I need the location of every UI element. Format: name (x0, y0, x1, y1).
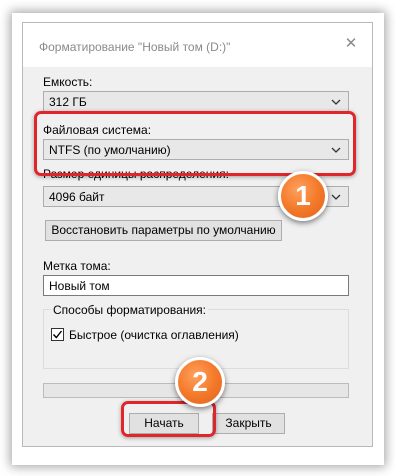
volume-label-value: Новый том (49, 279, 110, 293)
step-1-badge: 1 (278, 171, 328, 221)
volume-label-label: Метка тома: (43, 259, 111, 273)
allocation-value: 4096 байт (49, 190, 105, 204)
close-button[interactable]: Закрыть (212, 413, 285, 434)
title-bar: Форматирование "Новый том (D:)" ✕ (23, 23, 372, 67)
quick-format-checkbox[interactable] (51, 328, 64, 341)
quick-format-label: Быстрое (очистка оглавления) (69, 328, 239, 342)
capacity-value: 312 ГБ (49, 95, 87, 109)
format-options-label: Способы форматирования: (51, 303, 208, 317)
step-2-badge: 2 (175, 357, 225, 407)
restore-defaults-button[interactable]: Восстановить параметры по умолчанию (45, 220, 282, 241)
volume-label-input[interactable]: Новый том (43, 275, 349, 296)
capacity-label: Емкость: (43, 75, 93, 89)
dialog-title: Форматирование "Новый том (D:)" (39, 40, 231, 54)
filesystem-highlight (34, 111, 356, 176)
checkmark-icon (52, 330, 63, 339)
close-icon[interactable]: ✕ (344, 36, 358, 51)
capacity-select[interactable]: 312 ГБ (43, 91, 349, 112)
chevron-down-icon (331, 194, 341, 200)
chevron-down-icon (331, 99, 341, 105)
